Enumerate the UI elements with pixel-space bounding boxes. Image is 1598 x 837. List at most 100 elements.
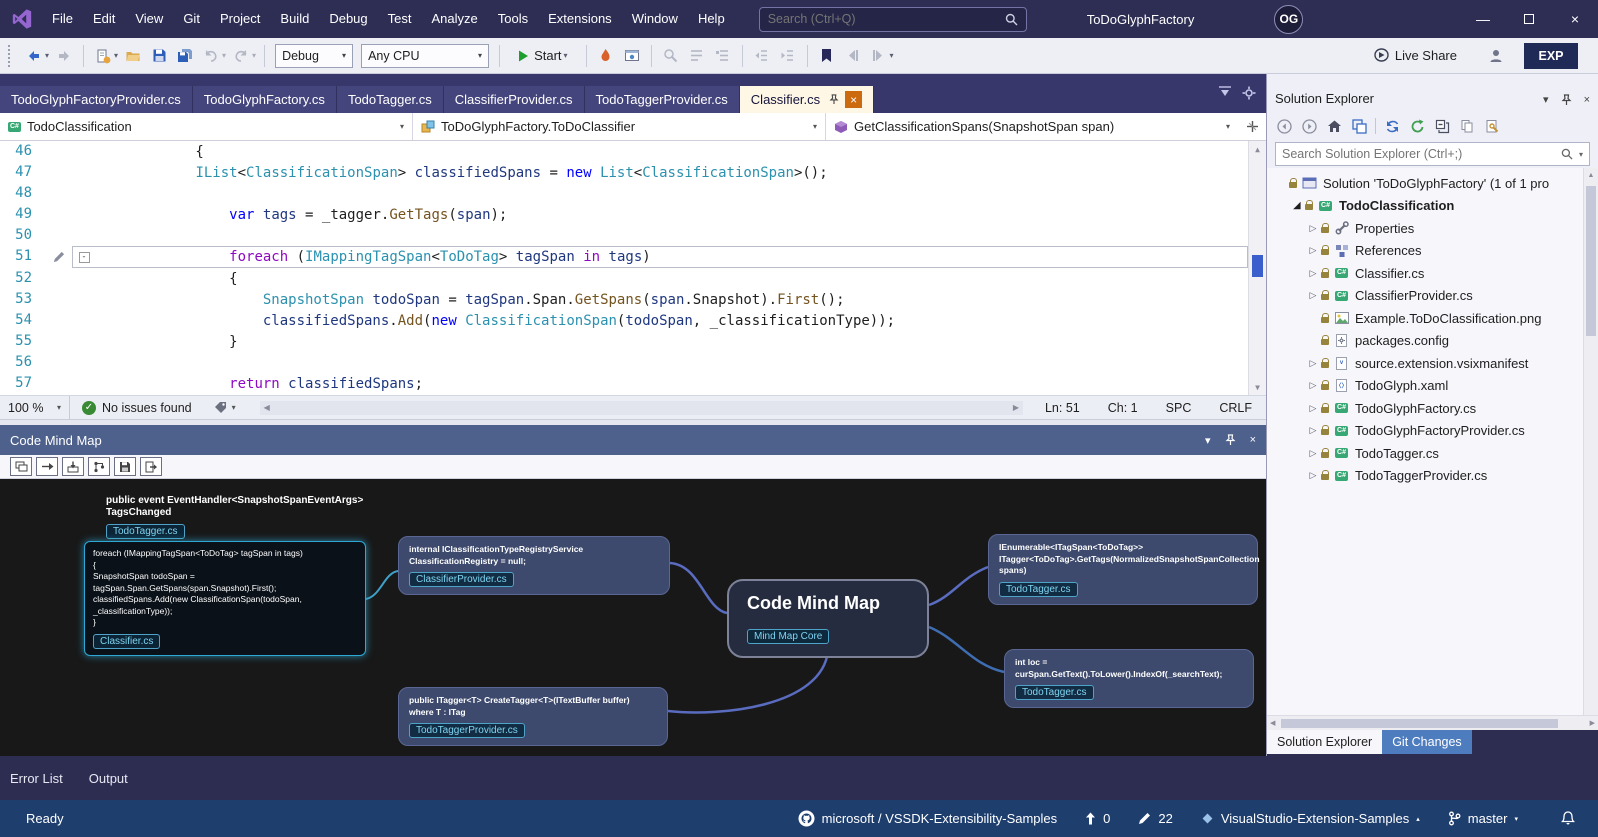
- mindmap-node-createtagger[interactable]: public ITagger<T> CreateTagger<T>(ITextB…: [398, 687, 668, 746]
- line-number[interactable]: 56: [0, 352, 46, 373]
- se-switch-views-icon[interactable]: [1350, 117, 1368, 135]
- mindmap-node-tagschanged-label[interactable]: public event EventHandler<SnapshotSpanEv…: [106, 495, 386, 539]
- se-vertical-scrollbar[interactable]: ▲: [1583, 168, 1598, 715]
- line-number[interactable]: 57: [0, 373, 46, 394]
- line-number[interactable]: 52: [0, 268, 46, 289]
- menu-analyze[interactable]: Analyze: [421, 0, 487, 38]
- solution-platform-dropdown[interactable]: Any CPU▾: [361, 44, 489, 68]
- decrease-indent-icon[interactable]: [750, 44, 774, 68]
- minimize-button[interactable]: —: [1460, 0, 1506, 38]
- se-refresh-icon[interactable]: [1408, 117, 1426, 135]
- se-search-input[interactable]: [1282, 147, 1561, 161]
- se-collapse-all-icon[interactable]: [1433, 117, 1451, 135]
- menu-extensions[interactable]: Extensions: [538, 0, 622, 38]
- document-tab-TodoGlyphFactoryProvider.cs[interactable]: TodoGlyphFactoryProvider.cs: [0, 86, 193, 113]
- node-file-badge[interactable]: Mind Map Core: [747, 629, 829, 644]
- expander-collapsed-icon[interactable]: ▷: [1305, 245, 1321, 256]
- expander-collapsed-icon[interactable]: ▷: [1305, 403, 1321, 414]
- mindmap-menu-icon[interactable]: ▾: [1205, 434, 1211, 447]
- mindmap-pin-icon[interactable]: [1225, 434, 1236, 446]
- code-cleanup-icon[interactable]: ▾: [214, 401, 236, 415]
- edit-pencil-icon[interactable]: [46, 246, 72, 267]
- import-node-icon[interactable]: [62, 457, 84, 476]
- tree-item-Properties[interactable]: ▷Properties: [1267, 217, 1598, 240]
- quick-search-input[interactable]: [768, 12, 1005, 26]
- quick-search[interactable]: [759, 7, 1027, 32]
- fold-box[interactable]: -: [79, 252, 90, 263]
- undo-icon[interactable]: [199, 44, 223, 68]
- redo-dropdown-icon[interactable]: ▾: [252, 51, 256, 60]
- se-close-icon[interactable]: ×: [1584, 94, 1590, 106]
- sorted-list-icon[interactable]: [711, 44, 735, 68]
- se-sync-icon[interactable]: [1383, 117, 1401, 135]
- redo-icon[interactable]: [229, 44, 253, 68]
- menu-view[interactable]: View: [125, 0, 173, 38]
- zoom-dropdown[interactable]: 100 %▾: [0, 396, 70, 419]
- code-line-56[interactable]: 56: [0, 352, 1248, 373]
- line-number[interactable]: 50: [0, 225, 46, 246]
- bottom-tab-output[interactable]: Output: [89, 771, 128, 786]
- document-tab-TodoTaggerProvider.cs[interactable]: TodoTaggerProvider.cs: [585, 86, 740, 113]
- member-dropdown[interactable]: GetClassificationSpans(SnapshotSpan span…: [826, 113, 1238, 140]
- document-tab-Classifier.cs[interactable]: Classifier.cs×: [740, 86, 874, 113]
- toolbar-grip[interactable]: [8, 45, 13, 67]
- node-file-badge[interactable]: TodoTagger.cs: [999, 582, 1078, 597]
- menu-tools[interactable]: Tools: [488, 0, 538, 38]
- line-number[interactable]: 53: [0, 289, 46, 310]
- type-dropdown[interactable]: ToDoGlyphFactory.ToDoClassifier▾: [413, 113, 826, 140]
- menu-build[interactable]: Build: [270, 0, 319, 38]
- tree-item-TodoTaggerProvider.cs[interactable]: ▷C#TodoTaggerProvider.cs: [1267, 465, 1598, 488]
- preview-in-browser-icon[interactable]: [620, 44, 644, 68]
- fold-collapse-icon[interactable]: -: [73, 247, 95, 266]
- document-tab-TodoGlyphFactory.cs[interactable]: TodoGlyphFactory.cs: [193, 86, 337, 113]
- menu-git[interactable]: Git: [173, 0, 210, 38]
- tree-item-packages.config[interactable]: packages.config: [1267, 330, 1598, 353]
- mindmap-node-indexof[interactable]: int loc = curSpan.GetText().ToLower().In…: [1004, 649, 1254, 708]
- line-number[interactable]: 46: [0, 141, 46, 162]
- bottom-tab-error-list[interactable]: Error List: [10, 771, 63, 786]
- account-avatar[interactable]: OG: [1274, 5, 1303, 34]
- expander-collapsed-icon[interactable]: ▷: [1305, 290, 1321, 301]
- tree-item-source.extension.vsixmanifest[interactable]: ▷vsource.extension.vsixmanifest: [1267, 352, 1598, 375]
- solution-configuration-dropdown[interactable]: Debug▾: [275, 44, 353, 68]
- save-map-icon[interactable]: [114, 457, 136, 476]
- menu-help[interactable]: Help: [688, 0, 735, 38]
- tree-item-TodoGlyphFactory.cs[interactable]: ▷C#TodoGlyphFactory.cs: [1267, 397, 1598, 420]
- export-map-icon[interactable]: [140, 457, 162, 476]
- expander-collapsed-icon[interactable]: ▷: [1305, 470, 1321, 481]
- open-file-icon[interactable]: [121, 44, 145, 68]
- outgoing-commits[interactable]: 0: [1085, 811, 1110, 826]
- scroll-up-icon[interactable]: ▲: [1249, 141, 1266, 157]
- code-editor[interactable]: 46 {47 IList<ClassificationSpan> classif…: [0, 141, 1266, 395]
- se-search-dropdown-icon[interactable]: ▾: [1579, 150, 1583, 159]
- code-line-48[interactable]: 48: [0, 183, 1248, 204]
- tree-item-TodoTagger.cs[interactable]: ▷C#TodoTagger.cs: [1267, 442, 1598, 465]
- expander-collapsed-icon[interactable]: ▷: [1305, 268, 1321, 279]
- scroll-left-icon[interactable]: ◀: [264, 403, 270, 412]
- expander-collapsed-icon[interactable]: ▷: [1305, 380, 1321, 391]
- tree-item-Example.ToDoClassification.png[interactable]: Example.ToDoClassification.png: [1267, 307, 1598, 330]
- code-line-47[interactable]: 47 IList<ClassificationSpan> classifiedS…: [0, 162, 1248, 183]
- uncommitted-changes[interactable]: 22: [1138, 811, 1172, 826]
- editor-horizontal-scrollbar[interactable]: ◀▶: [260, 401, 1023, 415]
- se-search-icon[interactable]: [1561, 148, 1573, 160]
- se-scroll-up-icon[interactable]: ▲: [1584, 168, 1598, 182]
- se-properties-icon[interactable]: [1483, 117, 1501, 135]
- undo-dropdown-icon[interactable]: ▾: [222, 51, 226, 60]
- se-pin-icon[interactable]: [1561, 94, 1572, 106]
- mindmap-canvas[interactable]: public event EventHandler<SnapshotSpanEv…: [0, 479, 1266, 756]
- se-show-all-files-icon[interactable]: [1458, 117, 1476, 135]
- branch-selector[interactable]: master ▾: [1448, 811, 1518, 826]
- mindmap-close-icon[interactable]: ×: [1250, 434, 1256, 446]
- bookmark-icon[interactable]: [815, 44, 839, 68]
- increase-indent-icon[interactable]: [776, 44, 800, 68]
- line-number[interactable]: 54: [0, 310, 46, 331]
- code-line-53[interactable]: 53 SnapshotSpan todoSpan = tagSpan.Span.…: [0, 289, 1248, 310]
- navigate-back-dropdown-icon[interactable]: ▾: [45, 51, 49, 60]
- scroll-down-icon[interactable]: ▼: [1249, 379, 1266, 395]
- expander-expanded-icon[interactable]: ◢: [1289, 200, 1305, 211]
- node-file-badge[interactable]: TodoTagger.cs: [106, 524, 185, 539]
- scroll-right-icon[interactable]: ▶: [1013, 403, 1019, 412]
- notifications-bell-icon[interactable]: [1560, 810, 1576, 827]
- code-line-46[interactable]: 46 {: [0, 141, 1248, 162]
